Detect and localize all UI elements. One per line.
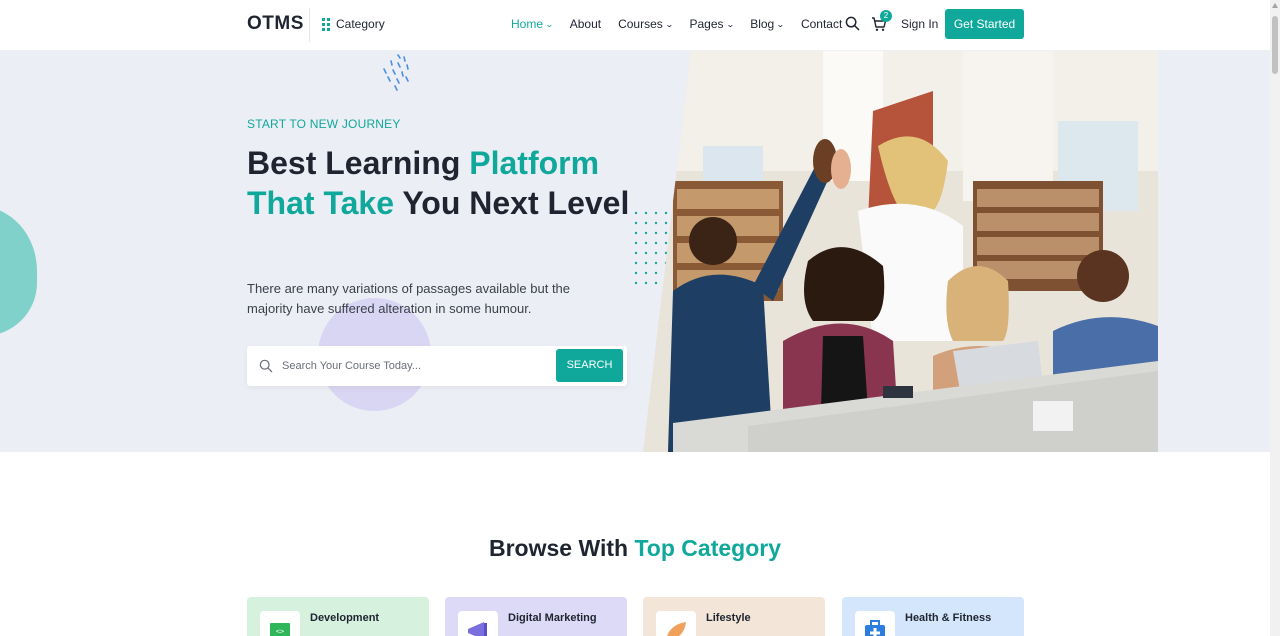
category-name: Digital Marketing [508, 612, 597, 624]
nav-pages-label: Pages [689, 17, 724, 31]
scroll-up-arrow-icon[interactable] [1272, 3, 1278, 8]
hero-headline: Best Learning Platform That Take You Nex… [247, 143, 647, 223]
category-card-lifestyle[interactable]: Lifestyle [643, 597, 825, 636]
leaf-icon [667, 622, 686, 636]
nav-home[interactable]: Home ⌄ [511, 17, 554, 31]
category-name: Lifestyle [706, 612, 751, 624]
search-button[interactable]: SEARCH [556, 349, 623, 382]
get-started-button[interactable]: Get Started [945, 9, 1024, 39]
svg-text:<>: <> [276, 628, 284, 636]
search-icon[interactable] [845, 16, 860, 31]
hero-description: There are many variations of passages av… [247, 281, 571, 316]
category-name: Health & Fitness [905, 612, 992, 624]
nav-contact-label: Contact [800, 17, 843, 31]
headline-part1: Best Learning [247, 145, 470, 181]
scrollbar-thumb[interactable] [1272, 16, 1278, 74]
main-nav: Home ⌄ About Courses ⌄ Pages ⌄ Blog ⌄ Co… [511, 17, 842, 31]
medical-kit-icon [865, 620, 885, 636]
category-label: Category [336, 17, 385, 31]
hero-subtitle: START TO NEW JOURNEY [247, 117, 401, 131]
category-card-development[interactable]: <> Development [247, 597, 429, 636]
nav-contact[interactable]: Contact [801, 17, 842, 31]
chevron-down-icon: ⌄ [664, 19, 674, 29]
nav-about-label: About [569, 17, 602, 31]
category-name: Development [310, 612, 380, 624]
nav-home-label: Home [511, 17, 544, 31]
nav-courses[interactable]: Courses ⌄ [618, 17, 674, 31]
search-icon [259, 359, 273, 373]
nav-courses-label: Courses [618, 17, 663, 31]
page-scrollbar[interactable] [1270, 0, 1280, 636]
category-icon-box [656, 611, 696, 636]
logo[interactable]: OTMS [247, 13, 304, 35]
hero-students-image [643, 51, 1158, 452]
category-icon-box: <> [260, 611, 300, 636]
cart-count-badge: 2 [880, 10, 892, 22]
category-card-health-fitness[interactable]: Health & Fitness [842, 597, 1024, 636]
browse-title-accent: Top Category [634, 535, 781, 561]
category-card-digital-marketing[interactable]: Digital Marketing [445, 597, 627, 636]
hero-section: START TO NEW JOURNEY Best Learning Platf… [0, 51, 1270, 452]
headline-part2: You Next Level [394, 185, 630, 221]
megaphone-icon [468, 622, 487, 636]
chevron-down-icon: ⌄ [776, 19, 785, 29]
course-search-box: SEARCH [247, 346, 627, 386]
chevron-down-icon: ⌄ [725, 19, 735, 29]
course-search-input[interactable] [282, 352, 542, 380]
site-header: OTMS Category Home ⌄ About Courses ⌄ Pag… [0, 0, 1270, 51]
decorative-dashes-icon [383, 54, 409, 91]
grid-icon [322, 17, 330, 31]
nav-about[interactable]: About [570, 17, 601, 31]
nav-blog[interactable]: Blog ⌄ [750, 17, 785, 31]
browse-title-part1: Browse With [489, 535, 635, 561]
chevron-down-icon: ⌄ [545, 19, 554, 29]
category-menu[interactable]: Category [322, 17, 385, 31]
category-icon-box [458, 611, 498, 636]
category-icon-box [855, 611, 895, 636]
decorative-blob [0, 206, 37, 336]
browse-section-title: Browse With Top Category [0, 535, 1270, 562]
nav-pages[interactable]: Pages ⌄ [689, 17, 735, 31]
signin-link[interactable]: Sign In [901, 17, 938, 31]
header-divider [309, 8, 310, 42]
code-icon: <> [270, 623, 290, 636]
nav-blog-label: Blog [750, 17, 775, 31]
